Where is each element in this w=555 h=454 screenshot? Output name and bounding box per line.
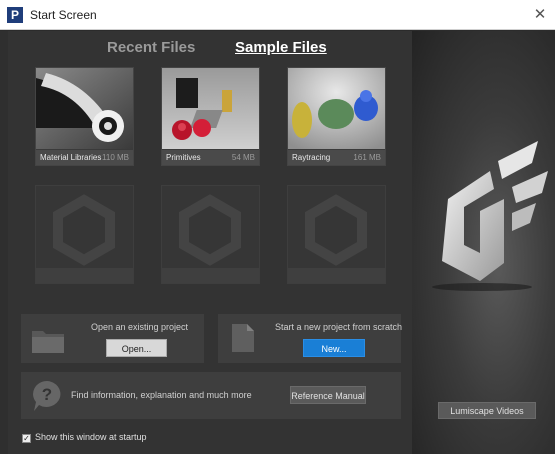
- show-at-startup-label: Show this window at startup: [35, 432, 147, 442]
- empty-slot-bar: [288, 268, 385, 283]
- help-icon: ?: [33, 381, 61, 411]
- empty-slot: [161, 185, 260, 284]
- show-at-startup-checkbox[interactable]: ✓: [22, 434, 31, 443]
- new-project-text: Start a new project from scratch: [275, 322, 403, 332]
- reference-manual-button[interactable]: Reference Manual: [290, 386, 366, 404]
- open-project-panel: Open an existing project Open...: [21, 314, 204, 363]
- app-icon: P: [7, 7, 23, 23]
- empty-slot-bar: [36, 268, 133, 283]
- tab-sample-files[interactable]: Sample Files: [235, 39, 327, 56]
- empty-slot: [35, 185, 134, 284]
- close-icon[interactable]: ✕: [525, 0, 555, 30]
- lumiscape-logo-icon: [432, 141, 548, 291]
- hexagon-icon: [53, 194, 115, 266]
- hexagon-icon: [179, 194, 241, 266]
- card-title: Raytracing: [292, 153, 331, 162]
- help-text: Find information, explanation and much m…: [71, 390, 252, 400]
- open-button[interactable]: Open...: [106, 339, 167, 357]
- folder-icon: [32, 331, 64, 353]
- brand-panel: Lumiscape Videos: [412, 31, 555, 454]
- show-at-startup-option[interactable]: ✓ Show this window at startup: [22, 432, 147, 443]
- card-title: Primitives: [166, 153, 201, 162]
- raytracing-thumbnail: [288, 68, 385, 149]
- card-caption: Raytracing 161 MB: [288, 150, 385, 165]
- material-libraries-thumbnail: [36, 68, 133, 149]
- sample-card-primitives[interactable]: Primitives 54 MB: [161, 67, 260, 166]
- card-caption: Material Libraries 110 MB: [36, 150, 133, 165]
- empty-slot: [287, 185, 386, 284]
- card-title: Material Libraries: [40, 153, 102, 162]
- lumiscape-videos-button[interactable]: Lumiscape Videos: [438, 402, 536, 419]
- reference-manual-panel: ? Find information, explanation and much…: [21, 372, 401, 419]
- primitives-thumbnail: [162, 68, 259, 149]
- file-tabs: Recent Files Sample Files: [8, 39, 412, 63]
- new-project-panel: Start a new project from scratch New...: [218, 314, 403, 363]
- hexagon-icon: [305, 194, 367, 266]
- left-pane: Recent Files Sample Files Material Libra…: [8, 31, 412, 454]
- svg-text:?: ?: [42, 385, 52, 404]
- sample-card-raytracing[interactable]: Raytracing 161 MB: [287, 67, 386, 166]
- sample-card-material-libraries[interactable]: Material Libraries 110 MB: [35, 67, 134, 166]
- card-caption: Primitives 54 MB: [162, 150, 259, 165]
- new-button[interactable]: New...: [303, 339, 365, 357]
- card-size: 161 MB: [353, 153, 381, 162]
- start-screen-body: Recent Files Sample Files Material Libra…: [0, 31, 555, 454]
- document-icon: [232, 324, 254, 352]
- card-size: 110 MB: [102, 153, 129, 162]
- window-title: Start Screen: [30, 8, 97, 22]
- open-project-text: Open an existing project: [91, 322, 189, 332]
- title-bar: P Start Screen ✕: [0, 0, 555, 30]
- tab-recent-files[interactable]: Recent Files: [107, 39, 195, 56]
- card-size: 54 MB: [231, 153, 255, 162]
- empty-slot-bar: [162, 268, 259, 283]
